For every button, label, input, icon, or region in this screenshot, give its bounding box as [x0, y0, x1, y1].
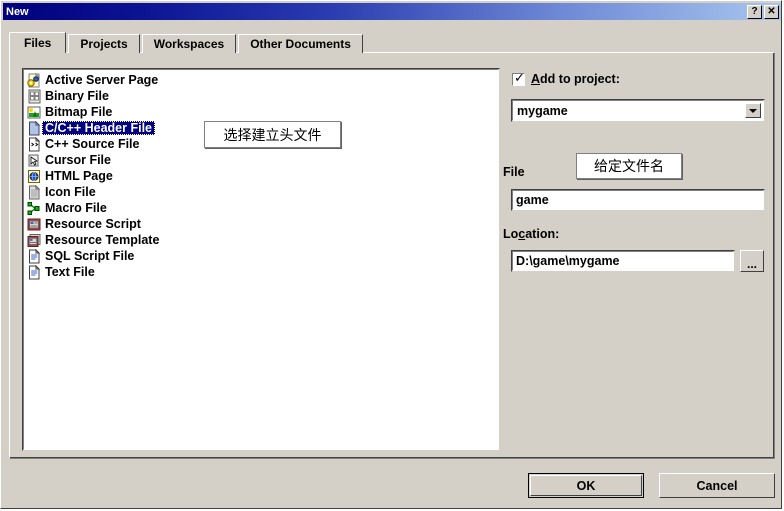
location-label: Location:	[503, 227, 559, 241]
list-item-label: Icon File	[45, 185, 96, 199]
tab-strip: Files Projects Workspaces Other Document…	[9, 32, 365, 53]
list-item-label: Macro File	[45, 201, 107, 215]
location-label-rest: ation:	[525, 227, 560, 241]
file-label: File	[503, 165, 525, 179]
accel-a: A	[531, 72, 541, 86]
arrow-glyph	[749, 108, 757, 113]
sql-script-file-icon	[26, 248, 42, 264]
list-item-label: Cursor File	[45, 153, 111, 167]
cursor-file-icon	[26, 153, 42, 168]
add-to-project-checkbox[interactable]: ✓	[512, 70, 525, 86]
location-input[interactable]: D:\game\mygame	[512, 251, 734, 271]
add-to-project-label-rest: dd to project:	[540, 72, 620, 86]
project-combobox[interactable]: mygame	[512, 100, 764, 121]
list-item[interactable]: HTML Page	[24, 168, 498, 184]
active-server-page-icon	[26, 72, 42, 88]
new-file-dialog: New ? ✕ Files Projects Workspaces Other …	[0, 0, 782, 509]
ok-button-label: OK	[576, 478, 596, 493]
list-item[interactable]: SQL Script File	[24, 248, 498, 264]
icon-file-icon	[26, 184, 42, 200]
list-item-label: Text File	[45, 265, 95, 279]
macro-file-icon	[26, 201, 42, 216]
file-name-input[interactable]: game	[512, 190, 764, 210]
tab-projects[interactable]: Projects	[68, 34, 140, 53]
list-item-label: Bitmap File	[45, 105, 113, 119]
list-item[interactable]: Macro File	[24, 200, 498, 216]
list-item[interactable]: Text File	[24, 264, 498, 280]
add-to-project-row[interactable]: ✓ Add to project:	[512, 72, 620, 86]
list-item[interactable]: Bitmap File	[24, 104, 498, 120]
list-item-label: Resource Template	[45, 233, 160, 247]
ok-button[interactable]: OK	[528, 473, 644, 498]
tab-workspaces[interactable]: Workspaces	[141, 34, 237, 53]
text-file-icon	[26, 264, 42, 280]
list-item[interactable]: Icon File	[24, 184, 498, 200]
help-icon[interactable]: ?	[747, 4, 762, 19]
resource-script-icon	[26, 217, 42, 232]
html-page-icon	[26, 169, 42, 184]
cpp-source-file-icon	[26, 136, 42, 152]
tab-other-documents[interactable]: Other Documents	[238, 34, 363, 53]
resource-template-icon	[26, 233, 42, 248]
list-item-label: Binary File	[45, 89, 109, 103]
title-bar-buttons: ? ✕	[747, 4, 781, 19]
location-label-prefix: Lo	[503, 227, 519, 241]
check-icon: ✓	[514, 70, 525, 86]
close-icon[interactable]: ✕	[764, 4, 779, 19]
list-item[interactable]: Active Server Page	[24, 72, 498, 88]
list-item[interactable]: Resource Script	[24, 216, 498, 232]
annotation-give-file-name: 给定文件名	[576, 153, 682, 179]
cancel-button[interactable]: Cancel	[659, 473, 775, 498]
binary-file-icon	[26, 89, 42, 104]
list-item[interactable]: Binary File	[24, 88, 498, 104]
list-item[interactable]: Cursor File	[24, 152, 498, 168]
add-to-project-label: Add to project:	[531, 72, 620, 86]
tab-files[interactable]: Files	[9, 32, 67, 53]
window-title: New	[6, 5, 29, 18]
list-item-label: C++ Source File	[45, 137, 140, 151]
browse-folder-button[interactable]: ...	[740, 250, 764, 272]
project-combobox-value: mygame	[517, 103, 568, 118]
title-bar[interactable]: New ? ✕	[3, 3, 781, 20]
list-item-label: SQL Script File	[45, 249, 135, 263]
list-item[interactable]: Resource Template	[24, 232, 498, 248]
list-item-label: Active Server Page	[45, 73, 159, 87]
header-file-icon	[26, 120, 42, 136]
bitmap-file-icon	[26, 105, 42, 120]
list-item-label: HTML Page	[45, 169, 113, 183]
list-item-label: Resource Script	[45, 217, 141, 231]
chevron-down-icon[interactable]	[745, 103, 761, 118]
list-item-label: C/C++ Header File	[42, 121, 155, 135]
annotation-select-header-file: 选择建立头文件	[204, 121, 341, 148]
